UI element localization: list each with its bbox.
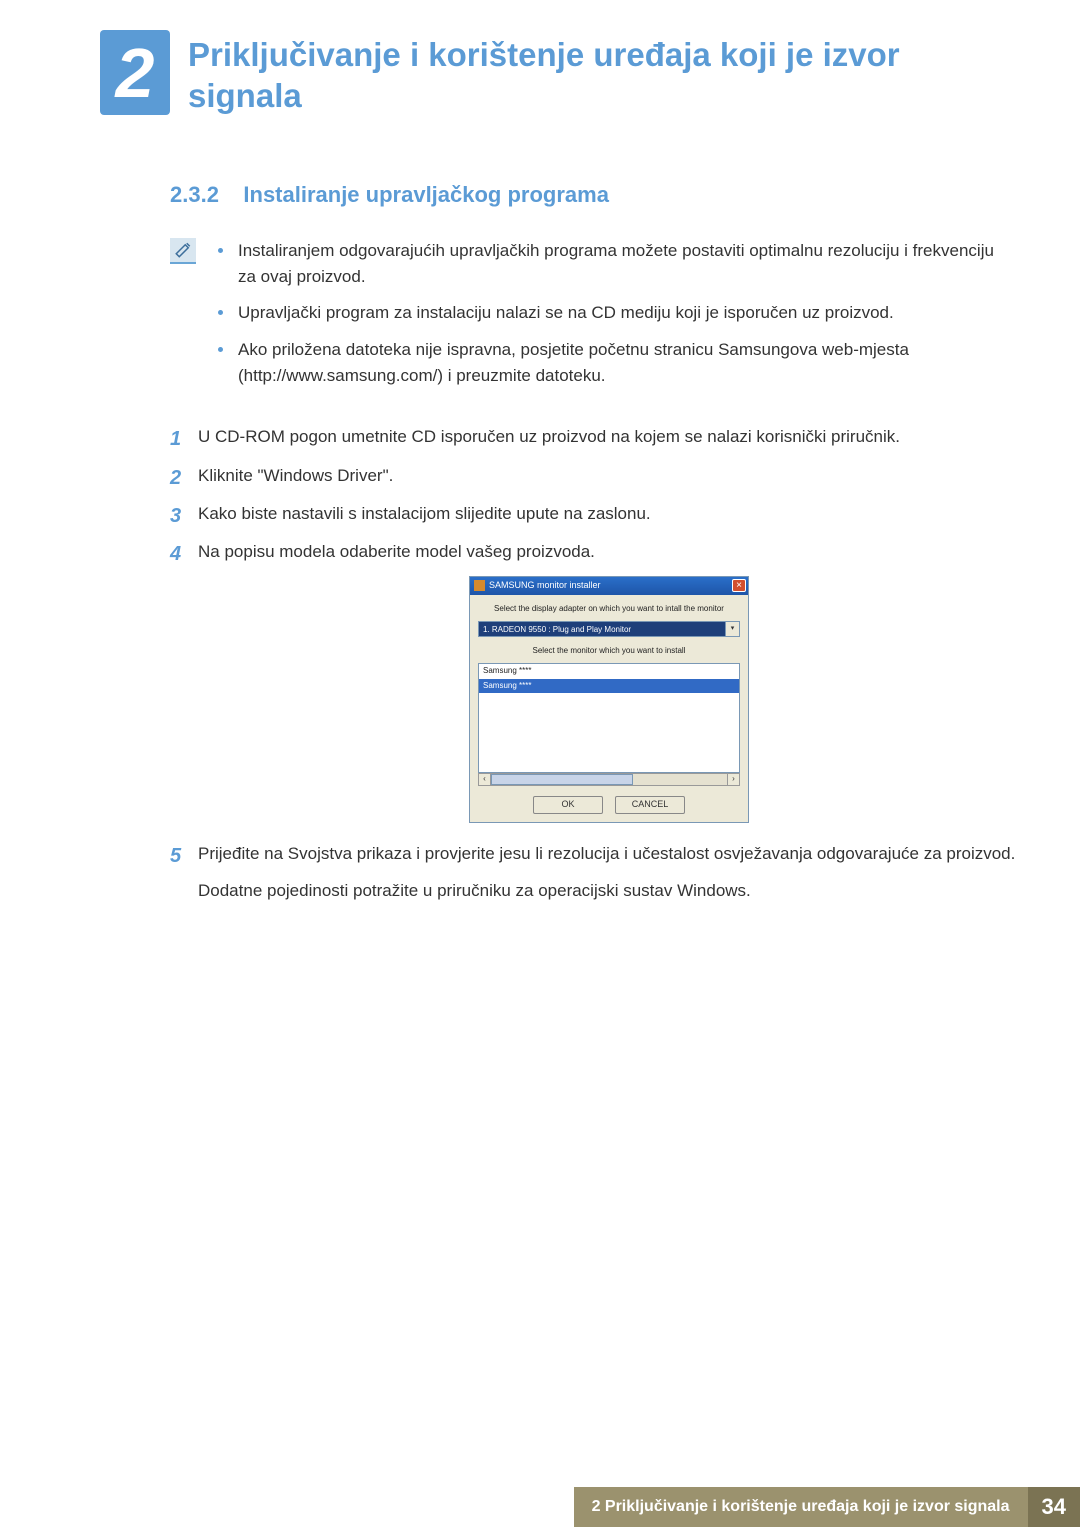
button-row: OK CANCEL [478,796,740,814]
footer-page-number: 34 [1028,1487,1080,1527]
cancel-button[interactable]: CANCEL [615,796,685,814]
chapter-number-badge: 2 [100,30,170,115]
section-number: 2.3.2 [170,182,219,207]
step-text: Kako biste nastavili s instalacijom slij… [198,504,651,523]
step-number: 1 [170,424,181,455]
horizontal-scrollbar[interactable]: ‹ › [478,773,740,786]
step-extra-text: Dodatne pojedinosti potražite u priručni… [198,878,1020,904]
step-item: 5 Prijeđite na Svojstva prikaza i provje… [170,841,1020,904]
ok-button[interactable]: OK [533,796,603,814]
section-title: Instaliranje upravljačkog programa [243,182,609,207]
installer-body: Select the display adapter on which you … [470,595,748,823]
adapter-combo[interactable]: 1. RADEON 9550 : Plug and Play Monitor ▾ [478,621,740,637]
step-text: Na popisu modela odaberite model vašeg p… [198,542,595,561]
info-bullet-list: Instaliranjem odgovarajućih upravljačkih… [218,238,1000,400]
step-text: Prijeđite na Svojstva prikaza i provjeri… [198,844,1015,863]
step-number: 4 [170,539,181,570]
pencil-note-icon [170,238,196,264]
step-item: 1 U CD-ROM pogon umetnite CD isporučen u… [170,424,1020,450]
step-text: U CD-ROM pogon umetnite CD isporučen uz … [198,427,900,446]
chapter-header: 2 Priključivanje i korištenje uređaja ko… [0,30,1080,117]
step-number: 5 [170,841,181,872]
scroll-thumb[interactable] [491,774,633,785]
page-footer: 2 Priključivanje i korištenje uređaja ko… [0,1487,1080,1527]
step-item: 4 Na popisu modela odaberite model vašeg… [170,539,1020,823]
chevron-down-icon[interactable]: ▾ [726,621,740,637]
installer-titlebar: SAMSUNG monitor installer × [470,577,748,595]
list-item[interactable]: Samsung **** [479,664,739,678]
step-item: 3 Kako biste nastavili s instalacijom sl… [170,501,1020,527]
installer-title: SAMSUNG monitor installer [489,579,601,593]
monitor-label: Select the monitor which you want to ins… [478,645,740,657]
footer-chapter-text: 2 Priključivanje i korištenje uređaja ko… [574,1487,1028,1527]
steps-list: 1 U CD-ROM pogon umetnite CD isporučen u… [0,424,1080,904]
adapter-label: Select the display adapter on which you … [478,603,740,615]
step-text: Kliknite "Windows Driver". [198,466,393,485]
info-bullet: Upravljački program za instalaciju nalaz… [218,300,1000,326]
info-block: Instaliranjem odgovarajućih upravljačkih… [0,238,1080,400]
scroll-left-icon[interactable]: ‹ [478,773,491,786]
info-bullet: Instaliranjem odgovarajućih upravljačkih… [218,238,1000,291]
scroll-track[interactable] [491,773,727,786]
app-icon [474,580,485,591]
step-number: 2 [170,463,181,494]
list-item[interactable]: Samsung **** [479,679,739,693]
adapter-combo-value: 1. RADEON 9550 : Plug and Play Monitor [478,621,726,637]
installer-dialog: SAMSUNG monitor installer × Select the d… [469,576,749,824]
monitor-listbox[interactable]: Samsung **** Samsung **** [478,663,740,773]
step-number: 3 [170,501,181,532]
chapter-title: Priključivanje i korištenje uređaja koji… [188,30,968,117]
info-bullet: Ako priložena datoteka nije ispravna, po… [218,337,1000,390]
installer-screenshot: SAMSUNG monitor installer × Select the d… [198,576,1020,824]
close-icon[interactable]: × [732,579,746,592]
section-heading: 2.3.2 Instaliranje upravljačkog programa [0,182,1080,208]
chapter-number: 2 [116,38,155,108]
step-item: 2 Kliknite "Windows Driver". [170,463,1020,489]
scroll-right-icon[interactable]: › [727,773,740,786]
